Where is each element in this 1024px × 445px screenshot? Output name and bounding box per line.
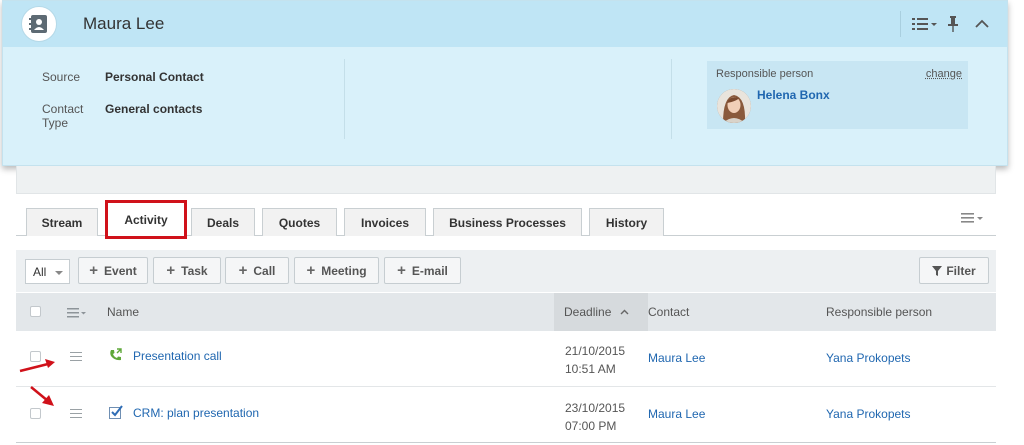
filter-button[interactable]: Filter: [919, 257, 989, 284]
plus-icon: +: [397, 261, 406, 279]
deadline-date: 23/10/2015: [565, 401, 626, 415]
filter-select[interactable]: All: [25, 259, 70, 284]
grid-bottom-border: [16, 442, 996, 443]
responsible-person-box: Responsible person change Helena Bonx: [707, 61, 968, 129]
contact-avatar: [21, 6, 57, 42]
deadline-date: 21/10/2015: [565, 344, 626, 358]
tab-business-processes[interactable]: Business Processes: [433, 208, 582, 236]
funnel-icon: [932, 265, 943, 276]
add-call-button[interactable]: + Call: [225, 257, 289, 284]
deadline-cell: 23/10/2015 07:00 PM: [565, 399, 625, 435]
column-header-responsible[interactable]: Responsible person: [826, 305, 932, 319]
activity-toolbar: All + Event + Task + Call + Meeting + E-mail …: [16, 250, 996, 292]
activity-name-link[interactable]: Presentation call: [133, 349, 222, 363]
add-event-button[interactable]: + Event: [78, 257, 148, 284]
column-header-contact[interactable]: Contact: [648, 305, 689, 319]
contact-type-value: General contacts: [105, 102, 203, 116]
responsible-label: Responsible person: [716, 68, 814, 80]
contact-type-label: Contact Type: [42, 102, 84, 130]
source-value: Personal Contact: [105, 70, 204, 84]
column-divider: [344, 59, 345, 139]
contact-book-icon: [29, 15, 47, 33]
responsible-avatar: [717, 89, 751, 123]
annotation-arrow-icon: [30, 386, 54, 406]
responsible-link[interactable]: Yana Prokopets: [826, 407, 911, 421]
contact-card: Maura Lee Source Personal Contact Contac…: [2, 0, 1008, 166]
tab-history[interactable]: History: [589, 208, 664, 236]
task-checkbox-icon: [109, 405, 123, 422]
plus-icon: +: [238, 261, 248, 279]
add-meeting-button[interactable]: + Meeting: [294, 257, 379, 284]
row-menu-icon[interactable]: [70, 352, 82, 361]
card-header: Maura Lee: [3, 1, 1007, 47]
contact-link[interactable]: Maura Lee: [648, 351, 705, 365]
grid-header: Name Deadline Contact Responsible person: [16, 293, 996, 331]
tab-deals[interactable]: Deals: [191, 208, 255, 236]
pin-icon[interactable]: [948, 14, 958, 34]
tab-quotes[interactable]: Quotes: [262, 208, 337, 236]
activity-tab-highlight: [105, 200, 187, 239]
deadline-time: 10:51 AM: [565, 362, 616, 376]
sort-ascending-icon: [620, 309, 629, 315]
annotation-arrow-icon: [19, 359, 55, 373]
list-settings-icon[interactable]: [912, 14, 938, 34]
column-divider: [671, 59, 672, 139]
column-header-name[interactable]: Name: [107, 305, 139, 319]
responsible-name-link[interactable]: Helena Bonx: [757, 88, 830, 102]
add-email-button[interactable]: + E-mail: [384, 257, 461, 284]
phone-call-icon: [108, 348, 123, 366]
header-divider: [900, 11, 901, 37]
change-responsible-link[interactable]: change: [926, 68, 962, 80]
add-task-button[interactable]: + Task: [153, 257, 221, 284]
chevron-down-icon: [55, 271, 63, 275]
column-header-deadline[interactable]: Deadline: [554, 293, 648, 331]
row-menu-icon[interactable]: [70, 409, 82, 418]
source-label: Source: [42, 70, 81, 84]
plus-icon: +: [89, 261, 99, 279]
deadline-time: 07:00 PM: [565, 419, 617, 433]
select-all-checkbox[interactable]: [30, 306, 41, 317]
contact-link[interactable]: Maura Lee: [648, 407, 705, 421]
activity-name-link[interactable]: CRM: plan presentation: [133, 406, 259, 420]
tabs-menu-icon[interactable]: [961, 212, 985, 227]
deadline-cell: 21/10/2015 10:51 AM: [565, 342, 625, 378]
tab-invoices[interactable]: Invoices: [344, 208, 426, 236]
tab-stream[interactable]: Stream: [26, 208, 98, 236]
page-title: Maura Lee: [83, 14, 165, 33]
responsible-link[interactable]: Yana Prokopets: [826, 351, 911, 365]
section-strip: [16, 166, 996, 194]
collapse-icon[interactable]: [975, 14, 989, 34]
plus-icon: +: [166, 261, 176, 279]
filter-select-value: All: [33, 264, 47, 279]
row-divider: [16, 386, 996, 387]
column-settings-icon[interactable]: [67, 307, 87, 321]
plus-icon: +: [306, 261, 316, 279]
